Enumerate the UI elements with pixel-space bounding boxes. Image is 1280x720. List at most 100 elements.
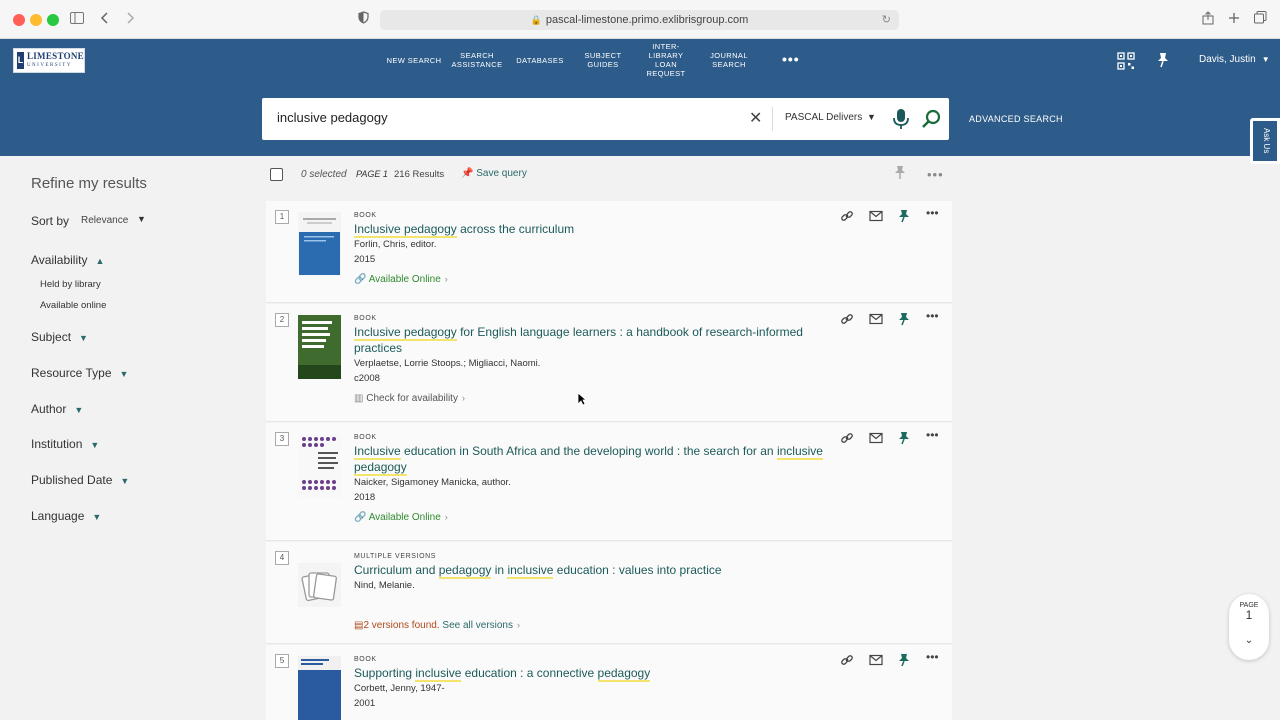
address-bar[interactable]: 🔒 pascal-limestone.primo.exlibrisgroup.co… xyxy=(380,10,899,30)
chevron-down-icon: ▼ xyxy=(119,369,129,379)
privacy-shield-icon[interactable] xyxy=(358,11,369,27)
nav-subject-guides[interactable]: SUBJECT GUIDES xyxy=(580,39,626,81)
facet-published-date[interactable]: Published Date ▼ xyxy=(31,473,129,487)
facet-option-held-by-library[interactable]: Held by library xyxy=(40,279,101,290)
search-icon[interactable] xyxy=(920,108,942,130)
result-card[interactable]: 1 BOOK Inclusive pedagogy across the cur… xyxy=(266,201,952,303)
facet-language[interactable]: Language ▼ xyxy=(31,509,101,523)
nav-new-search[interactable]: NEW SEARCH xyxy=(386,39,442,81)
see-all-versions-link[interactable]: See all versions xyxy=(442,620,513,631)
app-header: L LIMESTONE UNIVERSITY NEW SEARCH SEARCH… xyxy=(0,39,1280,164)
nav-journal-search[interactable]: JOURNAL SEARCH xyxy=(706,39,752,81)
university-logo[interactable]: L LIMESTONE UNIVERSITY xyxy=(13,48,85,73)
pin-favorites-icon[interactable] xyxy=(1156,52,1170,71)
permalink-icon[interactable] xyxy=(840,209,856,225)
chevron-down-icon[interactable]: ▼ xyxy=(867,112,876,122)
chevron-down-icon[interactable]: ▼ xyxy=(137,214,146,224)
facet-subject[interactable]: Subject ▼ xyxy=(31,330,88,344)
multiple-versions-icon[interactable] xyxy=(298,553,341,617)
facet-availability[interactable]: Availability ▲ xyxy=(31,253,104,267)
result-title[interactable]: Curriculum and pedagogy in inclusive edu… xyxy=(354,562,824,579)
select-all-checkbox[interactable] xyxy=(270,168,283,181)
more-options-icon[interactable]: ••• xyxy=(926,206,942,222)
email-icon[interactable] xyxy=(869,653,885,669)
chevron-down-icon: ▼ xyxy=(92,512,102,522)
new-tab-icon[interactable] xyxy=(1228,11,1240,27)
chevron-down-icon[interactable]: ⌄ xyxy=(1229,635,1269,646)
more-options-icon[interactable]: ••• xyxy=(927,167,944,182)
zoom-window-button[interactable] xyxy=(47,14,59,26)
save-query-button[interactable]: 📌 Save query xyxy=(461,168,527,179)
reload-icon[interactable]: ↻ xyxy=(882,10,891,30)
result-number[interactable]: 5 xyxy=(275,654,289,668)
result-card[interactable]: 5 BOOK Supporting inclusive education : … xyxy=(266,645,952,720)
book-cover-thumbnail[interactable] xyxy=(298,656,341,720)
user-menu[interactable]: Davis, Justin ▼ xyxy=(1199,54,1270,65)
ask-us-tab[interactable]: Ask Us xyxy=(1250,118,1280,164)
share-icon[interactable] xyxy=(1202,11,1214,28)
more-options-icon[interactable]: ••• xyxy=(926,309,942,325)
result-card[interactable]: 4 MULTIPLE VERSIONS Curriculum and pedag… xyxy=(266,542,952,644)
facet-option-available-online[interactable]: Available online xyxy=(40,300,106,311)
permalink-icon[interactable] xyxy=(840,312,856,328)
nav-more-icon[interactable]: ••• xyxy=(782,51,800,67)
microphone-icon[interactable] xyxy=(890,106,912,132)
book-cover-thumbnail[interactable] xyxy=(298,212,341,276)
pin-icon[interactable] xyxy=(898,653,914,669)
result-title[interactable]: Inclusive education in South Africa and … xyxy=(354,443,824,476)
result-author: Verplaetse, Lorrie Stoops.; Migliacci, N… xyxy=(354,358,541,369)
result-year: 2018 xyxy=(354,492,376,503)
result-year: 2001 xyxy=(354,698,376,709)
facet-resource-type[interactable]: Resource Type ▼ xyxy=(31,366,128,380)
pin-icon[interactable] xyxy=(898,209,914,225)
tab-overview-icon[interactable] xyxy=(1254,11,1267,27)
result-number[interactable]: 3 xyxy=(275,432,289,446)
forward-icon[interactable] xyxy=(125,11,135,28)
email-icon[interactable] xyxy=(869,431,885,447)
page-indicator[interactable]: PAGE 1 ⌄ xyxy=(1229,594,1269,660)
result-title[interactable]: Supporting inclusive education : a conne… xyxy=(354,665,824,682)
qr-code-icon[interactable] xyxy=(1117,52,1135,73)
sidebar-toggle-icon[interactable] xyxy=(70,11,84,27)
facet-author[interactable]: Author ▼ xyxy=(31,402,83,416)
more-options-icon[interactable]: ••• xyxy=(926,650,942,666)
search-scope-select[interactable]: PASCAL Delivers xyxy=(785,112,862,123)
email-icon[interactable] xyxy=(869,312,885,328)
permalink-icon[interactable] xyxy=(840,431,856,447)
minimize-window-button[interactable] xyxy=(30,14,42,26)
page-label: PAGE 1 xyxy=(356,169,388,179)
result-title[interactable]: Inclusive pedagogy across the curriculum xyxy=(354,221,824,238)
nav-interlibrary-loan[interactable]: INTER-LIBRARY LOAN REQUEST xyxy=(640,39,692,81)
search-input[interactable] xyxy=(277,110,737,125)
link-icon: 🔗 xyxy=(354,274,367,285)
pin-icon[interactable] xyxy=(898,312,914,328)
availability-link[interactable]: ▥ Check for availability › xyxy=(354,393,465,404)
availability-link[interactable]: 🔗 Available Online › xyxy=(354,274,448,285)
permalink-icon[interactable] xyxy=(840,653,856,669)
resource-type: MULTIPLE VERSIONS xyxy=(354,553,437,560)
book-cover-thumbnail[interactable] xyxy=(298,315,341,379)
sort-select[interactable]: Relevance xyxy=(81,215,128,226)
clear-search-icon[interactable]: ✕ xyxy=(749,108,762,128)
result-card[interactable]: 3 BOOK Inclusive education in South Afri… xyxy=(266,423,952,541)
pin-icon[interactable] xyxy=(894,165,906,183)
facet-institution[interactable]: Institution ▼ xyxy=(31,437,99,451)
result-number[interactable]: 2 xyxy=(275,313,289,327)
email-icon[interactable] xyxy=(869,209,885,225)
book-cover-thumbnail[interactable] xyxy=(298,434,341,498)
nav-search-assistance[interactable]: SEARCH ASSISTANCE xyxy=(450,39,504,81)
more-options-icon[interactable]: ••• xyxy=(926,428,942,444)
back-icon[interactable] xyxy=(100,11,110,28)
result-number[interactable]: 4 xyxy=(275,551,289,565)
availability-link[interactable]: 🔗 Available Online › xyxy=(354,512,448,523)
result-title[interactable]: Inclusive pedagogy for English language … xyxy=(354,324,824,356)
result-number[interactable]: 1 xyxy=(275,210,289,224)
nav-databases[interactable]: DATABASES xyxy=(514,39,566,81)
result-author: Naicker, Sigamoney Manicka, author. xyxy=(354,477,511,488)
versions-link[interactable]: ▤2 versions found. See all versions › xyxy=(354,620,520,631)
chevron-right-icon: › xyxy=(461,393,465,403)
close-window-button[interactable] xyxy=(13,14,25,26)
advanced-search-link[interactable]: ADVANCED SEARCH xyxy=(969,114,1063,124)
result-card[interactable]: 2 BOOK Inclusive pedagogy for English la… xyxy=(266,304,952,422)
pin-icon[interactable] xyxy=(898,431,914,447)
